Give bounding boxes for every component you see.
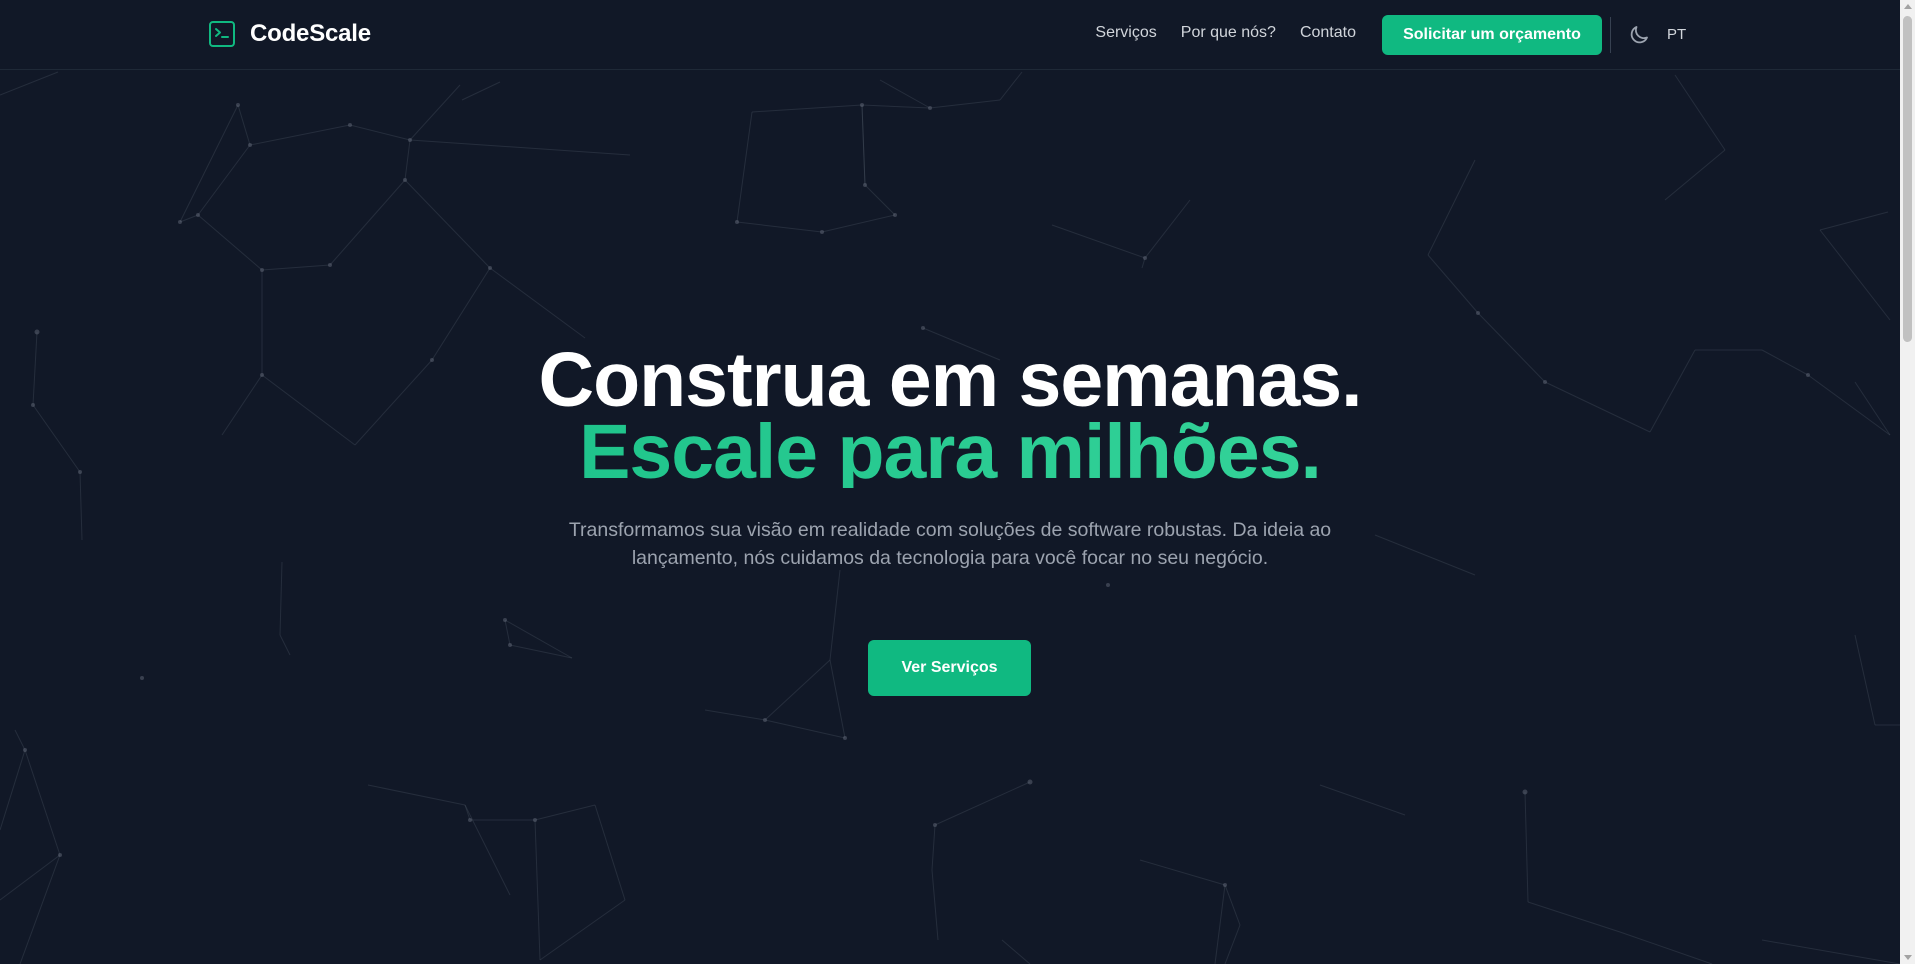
request-quote-button[interactable]: Solicitar um orçamento: [1382, 15, 1602, 55]
brand-logo-link[interactable]: CodeScale: [208, 20, 371, 48]
scroll-up-arrow-icon[interactable]: [1904, 4, 1912, 9]
main-menu: Serviços Por que nós? Contato: [1095, 24, 1356, 42]
nav-link-servicos[interactable]: Serviços: [1095, 24, 1156, 42]
language-selector[interactable]: PT: [1667, 26, 1686, 43]
hero-headline: Construa em semanas. Escale para milhões…: [0, 337, 1900, 491]
terminal-icon: [209, 21, 235, 47]
page: CodeScale Serviços Por que nós? Contato …: [0, 0, 1900, 964]
page-scrollbar[interactable]: [1900, 0, 1915, 964]
hero-headline-line1: Construa em semanas.: [538, 337, 1362, 423]
nav-link-por-que-nos[interactable]: Por que nós?: [1181, 24, 1276, 42]
scroll-thumb[interactable]: [1903, 16, 1912, 342]
brand-name: CodeScale: [250, 20, 371, 47]
nav-divider: [1610, 17, 1611, 53]
top-navbar: CodeScale Serviços Por que nós? Contato …: [0, 0, 1900, 70]
scroll-down-arrow-icon[interactable]: [1904, 955, 1912, 960]
hero-headline-line2: Escale para milhões.: [0, 414, 1900, 491]
hero-subtitle: Transformamos sua visão em realidade com…: [568, 519, 1332, 569]
nav-link-contato[interactable]: Contato: [1300, 24, 1356, 42]
moon-icon[interactable]: [1627, 23, 1651, 47]
view-services-button[interactable]: Ver Serviços: [868, 640, 1031, 696]
